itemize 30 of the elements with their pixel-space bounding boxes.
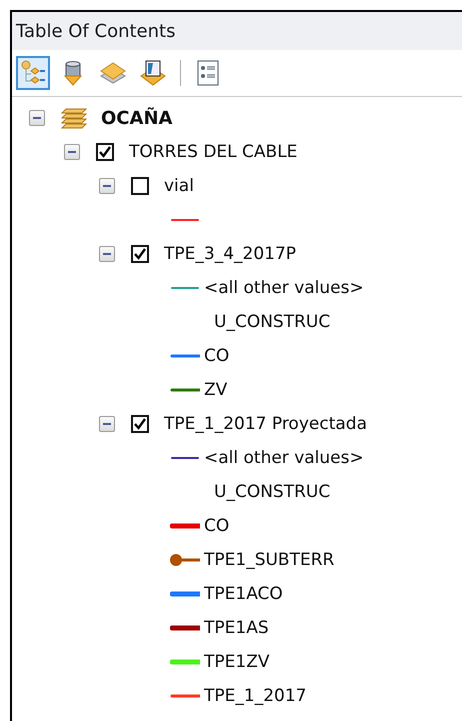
legend-label: TPE1ACO: [204, 584, 283, 604]
field-heading: U_CONSTRUC: [214, 482, 330, 502]
legend-label: CO: [204, 516, 230, 536]
collapse-toggle[interactable]: [99, 178, 115, 194]
panel-title: Table Of Contents: [12, 12, 462, 50]
legend-label: ZV: [204, 380, 228, 400]
legend-label: TPE_1_2017: [204, 686, 306, 706]
visibility-checkbox[interactable]: [131, 177, 149, 195]
legend-label: CO: [204, 346, 230, 366]
collapse-toggle[interactable]: [99, 246, 115, 262]
visibility-checkbox[interactable]: [131, 415, 149, 433]
layers-stack-icon: [59, 107, 89, 129]
layer-name: TPE_3_4_2017P: [164, 244, 296, 264]
layer-name: TPE_1_2017 Proyectada: [164, 414, 367, 434]
legend-label: TPE1ZV: [204, 652, 270, 672]
collapse-toggle[interactable]: [99, 416, 115, 432]
selection-layer-icon: [139, 59, 167, 87]
group-name: OCAÑA: [101, 108, 172, 128]
layer-name: TORRES DEL CABLE: [129, 142, 298, 162]
legend-label: TPE1_SUBTERR: [204, 550, 334, 570]
visibility-checkbox[interactable]: [96, 143, 114, 161]
layer-name: vial: [164, 176, 194, 196]
visibility-checkbox[interactable]: [131, 245, 149, 263]
legend-label: <all other values>: [204, 278, 364, 298]
collapse-toggle[interactable]: [29, 110, 45, 126]
field-heading: U_CONSTRUC: [214, 312, 330, 332]
legend-label: TPE1AS: [204, 618, 269, 638]
collapse-toggle[interactable]: [64, 144, 80, 160]
options-list-icon: [196, 60, 220, 86]
legend-label: <all other values>: [204, 448, 364, 468]
